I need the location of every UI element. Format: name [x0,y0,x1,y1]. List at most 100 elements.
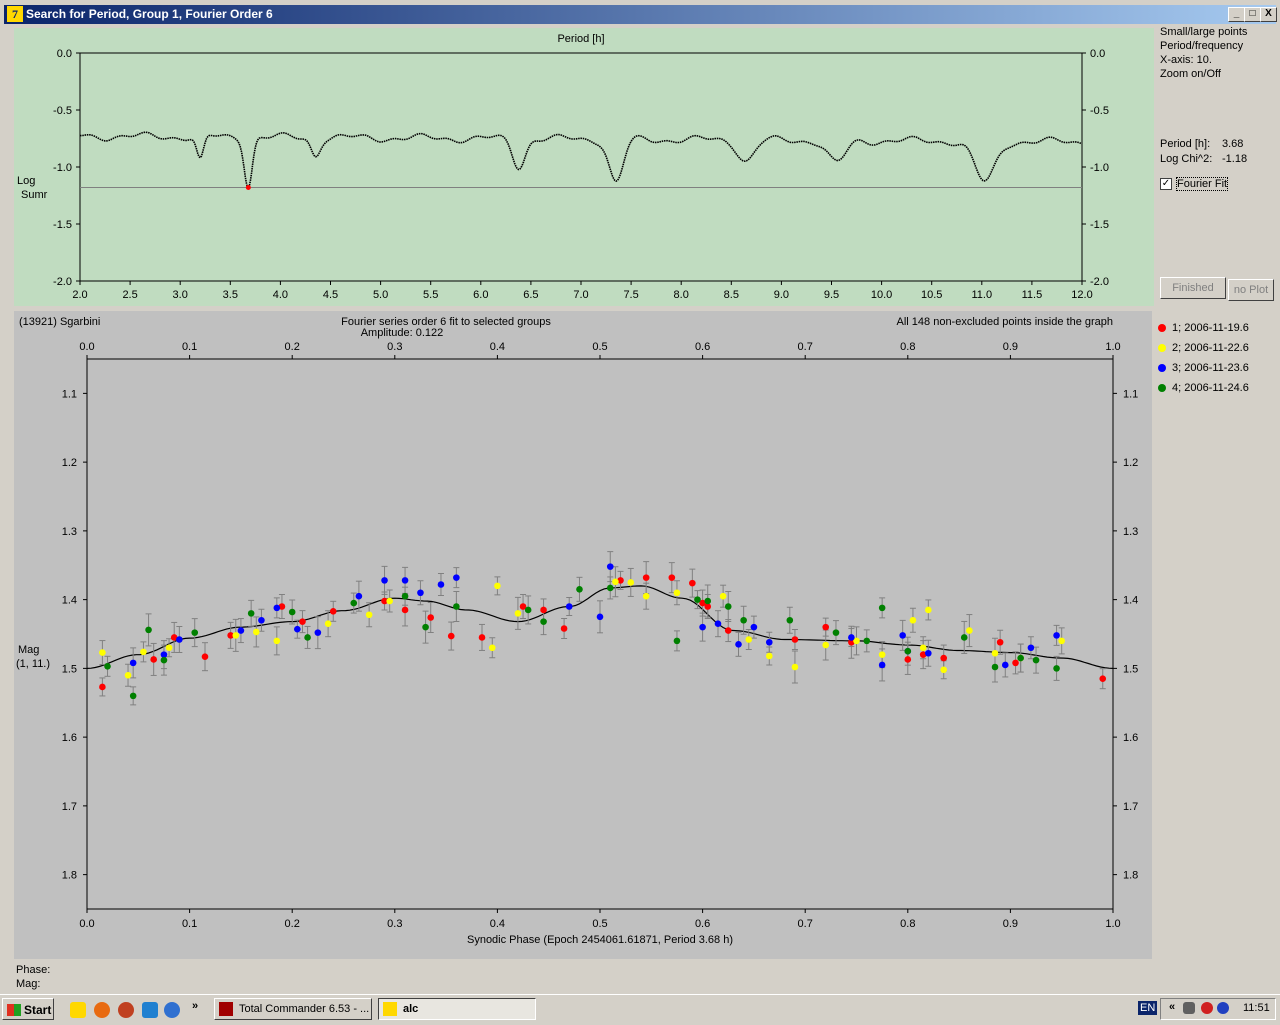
language-indicator[interactable]: EN [1138,1001,1158,1015]
data-point [560,625,568,632]
data-point [401,592,409,600]
data-point [247,610,255,617]
data-point [1032,656,1040,664]
alc-quicklaunch-icon[interactable] [70,1002,86,1018]
data-point [150,656,157,663]
y-tick-label: -0.5 [53,105,72,117]
legend-item[interactable]: 2; 2006-11-22.6 [1158,342,1249,358]
x-tick-label: 0.7 [798,918,813,930]
data-point [765,638,773,646]
zoom-toggle[interactable]: Zoom on/Off [1160,68,1221,80]
x-tick-label: 10.0 [871,289,892,301]
y-tick-label: 0.0 [57,48,72,60]
x-tick-label-top: 0.4 [490,341,505,353]
app-icon[interactable]: 7 [7,6,23,22]
data-point [863,637,871,645]
ie-icon[interactable] [164,1002,180,1018]
tray-chevron-icon[interactable]: « [1169,1001,1175,1013]
data-point [704,597,712,605]
period-search-plot[interactable]: 2.0 2.5 3.0 3.5 4.0 4.5 5.0 5.5 6.0 6.5 7.0 7.5 8.0 8… [14,28,1154,306]
data-point [673,637,681,645]
x-axis-label: Period [h] [557,33,604,45]
data-point [765,652,773,660]
data-point [427,614,435,621]
data-point [576,586,583,593]
data-point [422,623,429,631]
data-point [1058,637,1065,645]
data-point [724,603,732,610]
window-title: Search for Period, Group 1, Fourier Orde… [26,7,273,21]
checkbox-check-icon[interactable]: ✓ [1160,178,1172,191]
legend-dot-icon [1158,344,1166,353]
data-point [540,618,547,625]
data-point [668,574,676,581]
data-point [350,599,358,607]
search-icon[interactable] [142,1002,158,1018]
legend-item[interactable]: 1; 2006-11-19.6 [1158,322,1249,338]
data-point [514,610,522,617]
data-point [494,582,501,590]
x-tick-label: 7.5 [623,289,638,301]
data-point [694,596,701,603]
close-button[interactable]: X [1260,7,1277,22]
x-tick-label-top: 0.6 [695,341,710,353]
data-point [437,581,445,588]
antivirus-icon[interactable] [1201,1002,1213,1014]
period-frequency-toggle[interactable]: Period/frequency [1160,40,1243,52]
x-tick-label: 2.0 [72,289,87,301]
start-button[interactable]: Start [2,998,54,1020]
lightcurve-plot[interactable]: 0.0 0.0 0.1 0.1 0.2 0.2 0.3 0.3 0.4 0.4 0.5 0.5 0.6 0… [14,311,1152,959]
lightcurve-chart[interactable]: 0.0 0.0 0.1 0.1 0.2 0.2 0.3 0.3 0.4 0.4 0.5 0.5 0.6 0… [14,311,1152,959]
small-large-points-toggle[interactable]: Small/large points [1160,26,1247,38]
x-tick-label-top: 0.7 [798,341,813,353]
data-point [822,641,830,649]
fourier-fit-checkbox[interactable]: ✓ Fourier Fit [1160,177,1229,191]
data-point [324,620,332,627]
browser-icon[interactable] [118,1002,134,1018]
update-icon[interactable] [1217,1002,1229,1014]
data-point [232,632,240,639]
data-point [201,653,209,660]
x-axis-setting[interactable]: X-axis: 10. [1160,54,1212,66]
network-icon[interactable] [1183,1002,1195,1014]
y-tick-label-right: -0.5 [1090,105,1109,117]
y-tick-label: -1.5 [53,219,72,231]
task-total-commander[interactable]: Total Commander 6.53 - ... [214,998,372,1020]
x-tick-label: 9.5 [824,289,839,301]
y-tick-label-right: 1.6 [1123,732,1138,744]
data-point [237,627,245,634]
options-panel: Small/large points Period/frequency X-ax… [1154,26,1276,306]
finished-button[interactable]: Finished [1160,277,1226,299]
period-search-chart[interactable]: 2.0 2.5 3.0 3.5 4.0 4.5 5.0 5.5 6.0 6.5 7.0 7.5 8.0 8… [14,28,1154,306]
x-tick-label: 12.0 [1071,289,1092,301]
y-tick-label-right: 1.4 [1123,595,1138,607]
data-point [909,616,917,624]
no-plot-button[interactable]: no Plot [1228,279,1274,301]
legend-item[interactable]: 4; 2006-11-24.6 [1158,382,1249,398]
data-point [960,634,968,641]
minimize-button[interactable]: _ [1228,7,1245,22]
y-axis-label: (1, 11.) [16,658,50,670]
taskbar: Start » Total Commander 6.53 - ... alc E… [0,994,1280,1025]
y-tick-label: 1.6 [62,732,77,744]
task-label: alc [403,1003,419,1015]
x-tick-label-top: 1.0 [1105,341,1120,353]
legend-item[interactable]: 3; 2006-11-23.6 [1158,362,1249,378]
y-tick-label: 1.8 [62,870,77,882]
x-tick-label-top: 0.5 [592,341,607,353]
quicklaunch-chevron-icon[interactable]: » [192,1000,198,1012]
data-point [740,616,747,624]
data-point [99,649,106,656]
data-point [1053,665,1060,672]
chi-value: -1.18 [1222,153,1248,165]
maximize-button[interactable]: □ [1244,7,1261,22]
clock[interactable]: 11:51 [1243,1002,1270,1014]
firefox-icon[interactable] [94,1002,110,1018]
data-point [252,628,260,636]
legend-dot-icon [1158,384,1166,393]
task-alc[interactable]: alc [378,998,536,1020]
x-tick-label: 10.5 [921,289,942,301]
y-tick-label-right: 1.2 [1123,457,1138,469]
title-bar-gradient[interactable]: 7 Search for Period, Group 1, Fourier Or… [4,5,1277,24]
data-point [904,647,912,655]
